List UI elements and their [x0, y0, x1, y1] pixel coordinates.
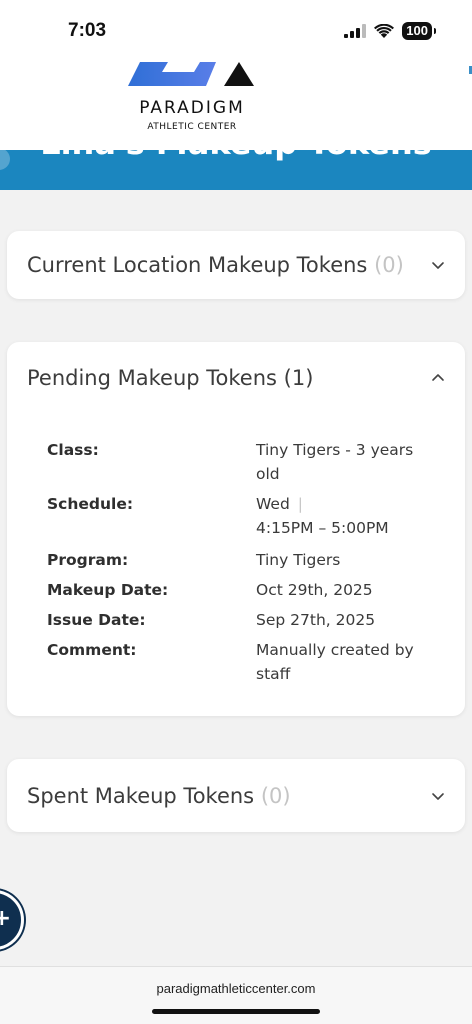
spent-tokens-title: Spent Makeup Tokens (0): [27, 784, 291, 808]
paradigm-logo[interactable]: PARADIGM ATHLETIC CENTER: [126, 62, 266, 142]
brand-subtitle: ATHLETIC CENTER: [147, 122, 237, 132]
current-location-tokens-header[interactable]: Current Location Makeup Tokens (0): [27, 231, 445, 299]
schedule-separator: |: [297, 495, 304, 513]
schedule-day: Wed: [256, 495, 290, 513]
pending-tokens-title: Pending Makeup Tokens (1): [27, 366, 313, 390]
comment-label: Comment:: [47, 641, 137, 659]
current-location-tokens-card[interactable]: Current Location Makeup Tokens (0): [7, 231, 465, 299]
signal-icon: [344, 24, 367, 38]
floating-action-button[interactable]: +: [0, 890, 24, 950]
pending-tokens-label: Pending Makeup Tokens: [27, 366, 277, 390]
url-text[interactable]: paradigmathleticcenter.com: [0, 981, 472, 996]
current-location-tokens-label: Current Location Makeup Tokens: [27, 253, 368, 277]
makeup-date-value: Oct 29th, 2025: [256, 581, 373, 599]
spent-tokens-count: (0): [260, 783, 291, 808]
pending-tokens-count: (1): [283, 366, 314, 390]
makeup-date-label: Makeup Date:: [47, 581, 169, 599]
title-banner: Lina's Makeup Tokens: [0, 150, 472, 190]
pending-tokens-header[interactable]: Pending Makeup Tokens (1): [27, 344, 445, 412]
issue-date-value: Sep 27th, 2025: [256, 611, 376, 629]
spent-tokens-card[interactable]: Spent Makeup Tokens (0): [7, 759, 465, 832]
status-time: 7:03: [68, 20, 107, 41]
plus-icon: +: [0, 906, 11, 931]
status-icons: 100: [344, 22, 436, 40]
chevron-down-icon[interactable]: [431, 789, 445, 803]
wifi-icon: [374, 23, 395, 38]
browser-url-bar[interactable]: paradigmathleticcenter.com: [0, 966, 472, 1024]
status-bar: 7:03 100: [0, 0, 472, 62]
issue-date-label: Issue Date:: [47, 611, 146, 629]
schedule-value: Wed | 4:15PM – 5:00PM: [256, 492, 426, 540]
class-value: Tiny Tigers - 3 years old: [256, 441, 414, 483]
site-header: PARADIGM ATHLETIC CENTER: [0, 62, 472, 150]
chevron-up-icon[interactable]: [431, 371, 445, 385]
current-location-tokens-title: Current Location Makeup Tokens (0): [27, 253, 404, 277]
current-location-tokens-count: (0): [374, 253, 404, 277]
comment-value: Manually created by staff: [256, 641, 414, 683]
class-label: Class:: [47, 441, 99, 459]
schedule-label: Schedule:: [47, 495, 134, 513]
page-title: Lina's Makeup Tokens: [0, 150, 472, 162]
pending-tokens-card: Pending Makeup Tokens (1) Class: Tiny Ti…: [7, 342, 465, 716]
program-value: Tiny Tigers: [256, 551, 341, 569]
logo-mark-icon: [128, 62, 254, 86]
spent-tokens-header[interactable]: Spent Makeup Tokens (0): [27, 759, 445, 832]
brand-name: PARADIGM: [139, 98, 245, 118]
home-indicator[interactable]: [152, 1009, 320, 1014]
schedule-time: 4:15PM – 5:00PM: [256, 519, 389, 537]
spent-tokens-label: Spent Makeup Tokens: [27, 783, 255, 808]
chevron-down-icon[interactable]: [431, 258, 445, 272]
battery-indicator: 100: [402, 22, 436, 40]
program-label: Program:: [47, 551, 129, 569]
